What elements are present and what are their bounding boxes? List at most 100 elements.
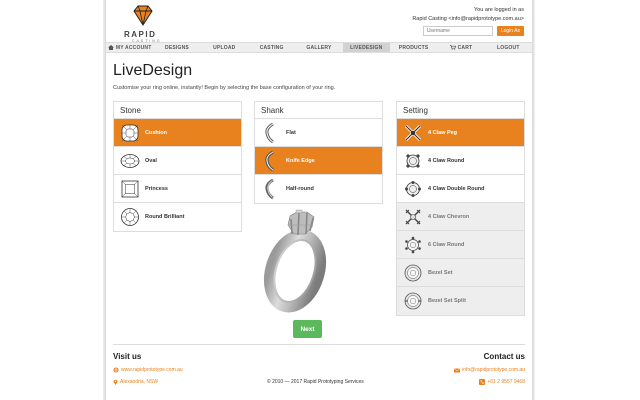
nav-casting[interactable]: CASTING [248, 43, 295, 52]
option-label: Oval [145, 157, 157, 164]
website-text: www.rapidprototype.com.au [121, 367, 183, 373]
cart-icon [449, 45, 456, 50]
princess-stone-icon [121, 180, 139, 197]
stone-panel: Stone Cushion Oval Princess Round Brilli… [113, 101, 242, 232]
main-nav: MY ACCOUNT DESIGNS UPLOAD CASTING GALLER… [106, 42, 532, 53]
setting-option-4-claw-double-round[interactable]: 4 Claw Double Round [397, 175, 524, 203]
login-status: You are logged in as Rapid Casting <info… [412, 6, 524, 24]
6-claw-round-icon [405, 236, 421, 253]
contact-us-heading: Contact us [483, 352, 525, 361]
website-link[interactable]: www.rapidprototype.com.au [113, 367, 183, 373]
option-label: Half-round [286, 186, 314, 192]
nav-label: UPLOAD [213, 44, 236, 51]
bezel-set-split-icon [404, 292, 422, 310]
option-label: 4 Claw Round [428, 157, 465, 164]
login-line-1: You are logged in as [474, 7, 524, 13]
email-text: info@rapidprototype.com.au [462, 367, 525, 373]
setting-option-4-claw-chevron[interactable]: 4 Claw Chevron [397, 203, 524, 231]
setting-option-6-claw-round[interactable]: 6 Claw Round [397, 231, 524, 259]
nav-label: DESIGNS [165, 44, 189, 51]
option-label: Princess [145, 185, 168, 192]
cushion-stone-icon [121, 124, 139, 141]
logo[interactable]: RAPID CASTING [116, 5, 166, 43]
page-shadow-right [532, 0, 535, 400]
nav-label: CASTING [259, 44, 284, 51]
setting-option-4-claw-round[interactable]: 4 Claw Round [397, 147, 524, 175]
envelope-icon [454, 367, 461, 372]
setting-option-bezel-set-split[interactable]: Bezel Set Split [397, 287, 524, 315]
location-link[interactable]: Alexandria, NSW [113, 379, 158, 385]
nav-logout[interactable]: LOGOUT [485, 43, 532, 52]
nav-label: GALLERY [306, 44, 332, 51]
login-as-button[interactable]: Login As [496, 26, 524, 36]
option-label: 4 Claw Peg [428, 129, 458, 136]
nav-livedesign[interactable]: LIVEDESIGN [342, 43, 390, 52]
flat-shank-icon [265, 122, 274, 143]
setting-option-bezel-set[interactable]: Bezel Set [397, 259, 524, 287]
page-subtitle: Customise your ring online, instantly! B… [113, 85, 336, 91]
shank-panel: Shank Flat Knife Edge Half-round [254, 101, 383, 204]
nav-label: MY ACCOUNT [115, 44, 152, 51]
username-input[interactable] [422, 26, 493, 36]
setting-panel: Setting 4 Claw Peg 4 Claw Round 4 Claw D… [396, 101, 525, 316]
nav-label: LOGOUT [496, 44, 520, 51]
nav-label: PRODUCTS [398, 44, 429, 51]
nav-upload[interactable]: UPLOAD [201, 43, 248, 52]
footer-divider [113, 344, 525, 345]
setting-panel-title: Setting [397, 102, 524, 119]
nav-designs[interactable]: DESIGNS [153, 43, 200, 52]
map-pin-icon [113, 379, 118, 385]
shank-option-half-round[interactable]: Half-round [255, 175, 382, 203]
stone-option-oval[interactable]: Oval [114, 147, 241, 175]
stone-option-princess[interactable]: Princess [114, 175, 241, 203]
option-label: Bezel Set Split [428, 298, 466, 304]
shank-option-knife-edge[interactable]: Knife Edge [255, 147, 382, 175]
half-round-shank-icon [265, 178, 274, 200]
setting-option-4-claw-peg[interactable]: 4 Claw Peg [397, 119, 524, 147]
copyright-text: © 2010 — 2017 Rapid Prototyping Services [267, 379, 364, 385]
oval-stone-icon [120, 153, 140, 168]
diamond-logo-icon [133, 5, 153, 26]
nav-label: LIVEDESIGN [350, 44, 383, 51]
location-text: Alexandria, NSW [120, 379, 159, 385]
login-line-2: Rapid Casting <info@rapidprototype.com.a… [412, 16, 524, 22]
visit-us-heading: Visit us [113, 352, 142, 361]
nav-my-account[interactable]: MY ACCOUNT [106, 43, 153, 52]
option-label: Bezel Set [428, 269, 453, 276]
nav-cart[interactable]: CART [437, 43, 484, 52]
4-claw-round-icon [406, 153, 420, 168]
ring-preview [263, 209, 327, 313]
option-label: 4 Claw Double Round [428, 185, 485, 192]
email-link[interactable]: info@rapidprototype.com.au [454, 367, 525, 373]
stone-panel-title: Stone [114, 102, 241, 119]
nav-label: CART [457, 44, 473, 51]
option-label: Flat [286, 129, 296, 136]
nav-gallery[interactable]: GALLERY [295, 43, 342, 52]
next-button[interactable]: Next [293, 320, 322, 338]
option-label: Knife Edge [286, 157, 315, 164]
shank-panel-title: Shank [255, 102, 382, 119]
stone-option-cushion[interactable]: Cushion [114, 119, 241, 147]
option-label: Round Brilliant [145, 214, 185, 220]
option-label: 6 Claw Round [428, 241, 465, 248]
round-brilliant-stone-icon [121, 208, 139, 226]
option-label: 4 Claw Chevron [428, 213, 470, 220]
knife-edge-shank-icon [265, 150, 274, 171]
phone-text: +61 2 9557 9468 [487, 379, 525, 385]
stone-option-round-brilliant[interactable]: Round Brilliant [114, 203, 241, 231]
home-icon [107, 45, 114, 50]
phone-link[interactable]: +61 2 9557 9468 [479, 379, 525, 385]
4-claw-double-round-icon [405, 180, 421, 197]
option-label: Cushion [145, 129, 167, 136]
login-as-form: Login As [422, 26, 524, 36]
4-claw-peg-icon [404, 124, 422, 141]
phone-icon [479, 379, 486, 385]
page-container: RAPID CASTING You are logged in as Rapid… [106, 0, 532, 400]
logo-wordmark: RAPID [124, 30, 157, 39]
page-title: LiveDesign [113, 62, 193, 79]
nav-products[interactable]: PRODUCTS [390, 43, 437, 52]
bezel-set-icon [404, 264, 422, 281]
shank-option-flat[interactable]: Flat [255, 119, 382, 147]
4-claw-chevron-icon [405, 209, 421, 224]
globe-icon [113, 367, 119, 373]
